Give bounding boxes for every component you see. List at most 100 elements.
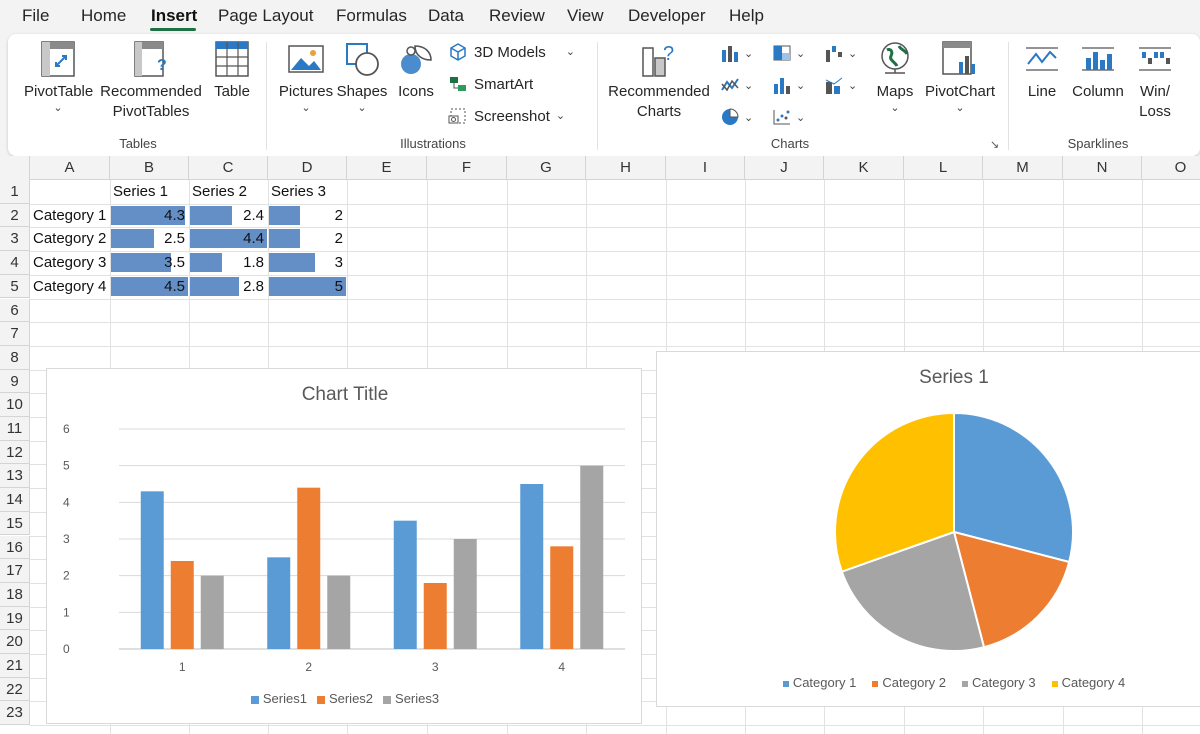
column-header-K[interactable]: K — [824, 156, 904, 180]
smartart-button[interactable]: SmartArt — [448, 74, 533, 94]
cell-value[interactable]: 3.5 — [111, 251, 185, 274]
row-header-20[interactable]: 20 — [0, 630, 30, 654]
recommended-charts-button[interactable]: ? Recommended Charts — [608, 40, 710, 122]
cell-category[interactable]: Category 1 — [33, 204, 110, 227]
pictures-button[interactable]: Pictures ⌄ — [278, 40, 334, 114]
row-header-22[interactable]: 22 — [0, 677, 30, 702]
pie-chart-legend[interactable]: Category 1 Category 2 Category 3 Category 4 — [657, 675, 1200, 690]
cell-header[interactable]: Series 1 — [113, 180, 168, 203]
pivottable-button[interactable]: PivotTable ⌄ — [24, 40, 93, 114]
row-header-5[interactable]: 5 — [0, 274, 30, 299]
chart-legend[interactable]: Series1 Series2 Series3 — [47, 691, 643, 706]
column-header-J[interactable]: J — [745, 156, 824, 180]
icons-button[interactable]: Icons — [392, 40, 440, 102]
menu-tab-formulas[interactable]: Formulas — [336, 6, 407, 26]
pie-chart[interactable]: Series 1 Category 1 Category 2 Category 3C… — [656, 351, 1200, 707]
row-header-14[interactable]: 14 — [0, 488, 30, 512]
table-button[interactable]: Table — [208, 40, 256, 102]
insert-column-chart-button[interactable]: ⌄ — [720, 44, 753, 62]
sparkline-winloss-button[interactable]: Win/ Loss — [1132, 40, 1178, 122]
row-header-1[interactable]: 1 — [0, 180, 30, 204]
row-header-8[interactable]: 8 — [0, 345, 30, 370]
cell-value[interactable]: 2.8 — [190, 275, 264, 298]
row-header-2[interactable]: 2 — [0, 203, 30, 228]
maps-button[interactable]: Maps ⌄ — [870, 40, 920, 114]
insert-combo-chart-button[interactable]: ⌄ — [824, 76, 857, 94]
cell-value[interactable]: 5 — [269, 275, 343, 298]
menu-tab-insert[interactable]: Insert — [151, 6, 197, 26]
column-header-N[interactable]: N — [1063, 156, 1142, 180]
row-header-11[interactable]: 11 — [0, 417, 30, 441]
recommended-pivottables-button[interactable]: ? Recommended PivotTables — [100, 40, 202, 122]
cell-value[interactable]: 3 — [269, 251, 343, 274]
row-header-4[interactable]: 4 — [0, 251, 30, 275]
cell-value[interactable]: 2 — [269, 204, 343, 227]
select-all-corner[interactable] — [0, 156, 30, 180]
column-header-A[interactable]: A — [30, 156, 110, 180]
sparkline-line-button[interactable]: Line — [1020, 40, 1064, 102]
cell-category[interactable]: Category 3 — [33, 251, 110, 274]
cell-header[interactable]: Series 2 — [192, 180, 247, 203]
row-header-23[interactable]: 23 — [0, 701, 30, 726]
row-header-19[interactable]: 19 — [0, 606, 30, 631]
legend-item[interactable]: Category 3 — [962, 675, 1036, 690]
cell-value[interactable]: 4.4 — [190, 227, 264, 250]
pivotchart-button[interactable]: PivotChart ⌄ — [924, 40, 996, 114]
screenshot-button[interactable]: Screenshot ⌄ — [448, 106, 565, 126]
row-header-12[interactable]: 12 — [0, 440, 30, 465]
legend-item[interactable]: Category 4 — [1051, 675, 1125, 690]
menu-tab-view[interactable]: View — [567, 6, 604, 26]
cell-value[interactable]: 2.5 — [111, 227, 185, 250]
column-header-M[interactable]: M — [983, 156, 1063, 180]
row-header-15[interactable]: 15 — [0, 511, 30, 536]
column-header-B[interactable]: B — [110, 156, 189, 180]
menu-tab-data[interactable]: Data — [428, 6, 464, 26]
3d-models-button[interactable]: 3D Models ⌄ — [448, 42, 575, 62]
column-header-I[interactable]: I — [666, 156, 745, 180]
sparkline-column-button[interactable]: Column — [1070, 40, 1126, 102]
insert-statistic-chart-button[interactable]: ⌄ — [772, 76, 805, 94]
column-header-L[interactable]: L — [904, 156, 983, 180]
cell-value[interactable]: 1.8 — [190, 251, 264, 274]
insert-hierarchy-chart-button[interactable]: ⌄ — [772, 44, 805, 62]
legend-item[interactable]: Category 2 — [872, 675, 946, 690]
cell-category[interactable]: Category 4 — [33, 275, 110, 298]
row-header-9[interactable]: 9 — [0, 369, 30, 394]
insert-waterfall-chart-button[interactable]: ⌄ — [824, 44, 857, 62]
menu-tab-file[interactable]: File — [22, 6, 49, 26]
column-header-E[interactable]: E — [347, 156, 427, 180]
legend-item[interactable]: Category 1 — [782, 675, 856, 690]
column-header-O[interactable]: O — [1142, 156, 1200, 180]
dialog-launcher-icon[interactable]: ↘ — [990, 138, 999, 151]
insert-pie-chart-button[interactable]: ⌄ — [720, 108, 753, 126]
row-header-3[interactable]: 3 — [0, 227, 30, 252]
cell-value[interactable]: 2 — [269, 227, 343, 250]
legend-item[interactable]: Series3 — [383, 691, 439, 706]
row-header-6[interactable]: 6 — [0, 298, 30, 323]
row-header-17[interactable]: 17 — [0, 559, 30, 583]
legend-item[interactable]: Series1 — [250, 691, 307, 706]
column-header-D[interactable]: D — [268, 156, 347, 180]
row-header-21[interactable]: 21 — [0, 654, 30, 678]
shapes-button[interactable]: Shapes ⌄ — [336, 40, 388, 114]
column-header-H[interactable]: H — [586, 156, 666, 180]
legend-item[interactable]: Series2 — [316, 691, 373, 706]
column-header-C[interactable]: C — [189, 156, 268, 180]
row-header-10[interactable]: 10 — [0, 393, 30, 417]
menu-tab-help[interactable]: Help — [729, 6, 764, 26]
insert-scatter-chart-button[interactable]: ⌄ — [772, 108, 805, 126]
cell-header[interactable]: Series 3 — [271, 180, 326, 203]
cell-category[interactable]: Category 2 — [33, 227, 110, 250]
menu-tab-developer[interactable]: Developer — [628, 6, 706, 26]
cell-value[interactable]: 2.4 — [190, 204, 264, 227]
row-header-16[interactable]: 16 — [0, 535, 30, 560]
row-header-13[interactable]: 13 — [0, 464, 30, 489]
clustered-column-chart[interactable]: Chart Title 01234561234 Series1 Series2 Se… — [46, 368, 642, 724]
menu-tab-review[interactable]: Review — [489, 6, 545, 26]
menu-tab-home[interactable]: Home — [81, 6, 126, 26]
column-header-F[interactable]: F — [427, 156, 507, 180]
cell-value[interactable]: 4.3 — [111, 204, 185, 227]
insert-line-chart-button[interactable]: ⌄ — [720, 76, 753, 94]
column-header-G[interactable]: G — [507, 156, 586, 180]
cell-value[interactable]: 4.5 — [111, 275, 185, 298]
